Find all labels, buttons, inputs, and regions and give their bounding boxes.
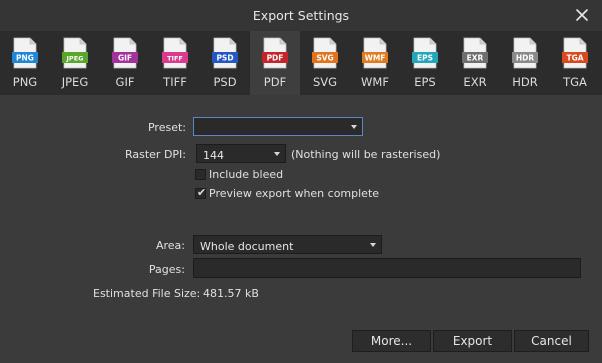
format-pdf[interactable]: PDF PDF bbox=[250, 31, 300, 95]
pages-input[interactable] bbox=[193, 258, 581, 278]
raster-dpi-combo[interactable]: 144 bbox=[196, 144, 286, 163]
format-label: SVG bbox=[312, 75, 338, 89]
file-tiff-icon: TIFF bbox=[162, 37, 188, 69]
file-pdf-icon: PDF bbox=[262, 37, 288, 69]
more-button[interactable]: More... bbox=[352, 330, 431, 352]
format-gif[interactable]: GIF GIF bbox=[100, 31, 150, 95]
format-tga[interactable]: TGA TGA bbox=[550, 31, 600, 95]
format-label: EXR bbox=[463, 75, 487, 89]
file-png-icon: PNG bbox=[12, 37, 38, 69]
title-bar: Export Settings bbox=[0, 0, 602, 31]
format-exr[interactable]: EXR EXR bbox=[450, 31, 500, 95]
svg-text:TIFF: TIFF bbox=[167, 55, 183, 63]
format-label: PDF bbox=[263, 75, 287, 89]
pages-label: Pages: bbox=[148, 263, 185, 276]
svg-text:GIF: GIF bbox=[118, 54, 132, 63]
window-title: Export Settings bbox=[252, 8, 350, 23]
raster-dpi-label: Raster DPI: bbox=[124, 148, 186, 161]
format-label: HDR bbox=[512, 75, 538, 89]
svg-text:EPS: EPS bbox=[417, 54, 433, 63]
format-tiff[interactable]: TIFF TIFF bbox=[150, 31, 200, 95]
preview-export-checkbox[interactable]: ✔ bbox=[195, 186, 207, 199]
svg-text:EXR: EXR bbox=[467, 54, 484, 63]
file-wmf-icon: WMF bbox=[362, 37, 388, 69]
svg-text:SVG: SVG bbox=[316, 54, 333, 63]
file-svg-icon: SVG bbox=[312, 37, 338, 69]
chevron-down-icon bbox=[351, 125, 357, 129]
chevron-down-icon bbox=[274, 152, 280, 156]
format-toolbar: PNG PNG JPEG JPEG GIF GIF TIFF TIFF PSD PSD PDF PDF… bbox=[0, 31, 602, 95]
preset-label: Preset: bbox=[147, 121, 186, 134]
file-jpeg-icon: JPEG bbox=[62, 37, 88, 69]
file-hdr-icon: HDR bbox=[512, 37, 538, 69]
format-psd[interactable]: PSD PSD bbox=[200, 31, 250, 95]
format-jpeg[interactable]: JPEG JPEG bbox=[50, 31, 100, 95]
preset-dropdown[interactable] bbox=[193, 117, 363, 136]
svg-text:WMF: WMF bbox=[365, 54, 386, 63]
svg-text:PSD: PSD bbox=[216, 54, 233, 63]
area-dropdown[interactable]: Whole document bbox=[193, 235, 382, 254]
format-svg[interactable]: SVG SVG bbox=[300, 31, 350, 95]
format-label: GIF bbox=[115, 75, 135, 89]
file-size-value: 481.57 kB bbox=[203, 287, 259, 300]
format-label: WMF bbox=[361, 75, 389, 89]
format-label: PSD bbox=[213, 75, 237, 89]
include-bleed-checkbox[interactable] bbox=[195, 169, 206, 180]
svg-text:PDF: PDF bbox=[267, 54, 284, 63]
svg-text:JPEG: JPEG bbox=[66, 55, 84, 63]
file-exr-icon: EXR bbox=[462, 37, 488, 69]
checkmark-icon: ✔ bbox=[197, 186, 207, 199]
close-icon[interactable] bbox=[572, 5, 592, 25]
file-size-label: Estimated File Size: bbox=[93, 287, 201, 300]
format-eps[interactable]: EPS EPS bbox=[400, 31, 450, 95]
format-label: PNG bbox=[12, 75, 38, 89]
chevron-down-icon bbox=[370, 243, 376, 247]
preview-export-label: Preview export when complete bbox=[209, 187, 380, 200]
file-gif-icon: GIF bbox=[112, 37, 138, 69]
format-wmf[interactable]: WMF WMF bbox=[350, 31, 400, 95]
svg-text:HDR: HDR bbox=[516, 54, 535, 63]
raster-note: (Nothing will be rasterised) bbox=[291, 148, 441, 161]
format-label: JPEG bbox=[61, 75, 89, 89]
svg-text:PNG: PNG bbox=[16, 54, 34, 63]
svg-text:TGA: TGA bbox=[566, 54, 583, 63]
file-eps-icon: EPS bbox=[412, 37, 438, 69]
cancel-button[interactable]: Cancel bbox=[514, 330, 589, 352]
format-label: EPS bbox=[414, 75, 436, 89]
format-label: TGA bbox=[563, 75, 587, 89]
format-hdr[interactable]: HDR HDR bbox=[500, 31, 550, 95]
export-button[interactable]: Export bbox=[433, 330, 512, 352]
file-tga-icon: TGA bbox=[562, 37, 588, 69]
include-bleed-label: Include bleed bbox=[209, 168, 284, 181]
area-value: Whole document bbox=[200, 240, 294, 253]
format-label: TIFF bbox=[163, 75, 187, 89]
area-label: Area: bbox=[155, 239, 185, 252]
file-psd-icon: PSD bbox=[212, 37, 238, 69]
format-png[interactable]: PNG PNG bbox=[0, 31, 50, 95]
raster-dpi-value: 144 bbox=[203, 149, 224, 162]
